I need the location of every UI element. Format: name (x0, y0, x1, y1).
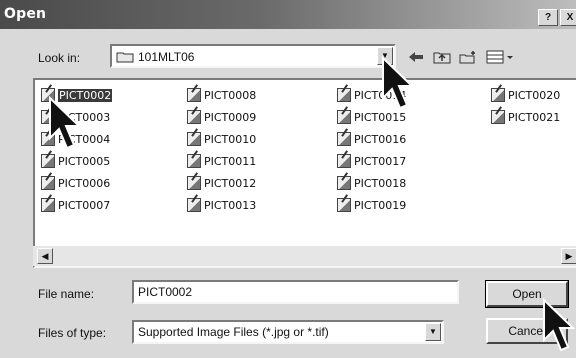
file-item[interactable]: PICT0011 (187, 153, 256, 169)
title-bar[interactable]: Open ? X (0, 0, 576, 29)
image-file-icon (337, 154, 351, 168)
image-file-icon (337, 198, 351, 212)
image-file-icon (337, 88, 351, 102)
file-name: PICT0021 (508, 110, 561, 124)
file-name: PICT0019 (354, 198, 407, 212)
file-name: PICT0005 (58, 154, 111, 168)
file-item[interactable]: PICT0010 (187, 131, 256, 147)
file-name: PICT0013 (204, 198, 257, 212)
open-dialog: Open ? X Look in: 101MLT06 ▼ PICT0002 PIC… (0, 0, 576, 358)
file-item[interactable]: PICT0019 (337, 197, 406, 213)
image-file-icon (41, 176, 55, 190)
file-item[interactable]: PICT0016 (337, 131, 406, 147)
pointer-cursor-icon (49, 96, 82, 150)
file-item[interactable]: PICT0008 (187, 87, 256, 103)
horizontal-scrollbar[interactable]: ◀ ▶ (33, 246, 576, 266)
file-item[interactable]: PICT0013 (187, 197, 256, 213)
file-type-dropdown-button[interactable]: ▼ (425, 323, 441, 341)
image-file-icon (337, 176, 351, 190)
file-name: PICT0010 (204, 132, 257, 146)
image-file-icon (187, 88, 201, 102)
file-type-value: Supported Image Files (*.jpg or *.tif) (138, 325, 329, 339)
file-type-select[interactable]: Supported Image Files (*.jpg or *.tif) ▼ (132, 320, 444, 344)
help-button[interactable]: ? (538, 9, 558, 26)
file-type-label: Files of type: (38, 326, 107, 340)
look-in-folder: 101MLT06 (138, 50, 195, 64)
image-file-icon (187, 132, 201, 146)
image-file-icon (41, 154, 55, 168)
file-name: PICT0012 (204, 176, 257, 190)
file-name: PICT0008 (204, 88, 257, 102)
file-name: PICT0017 (354, 154, 407, 168)
image-file-icon (187, 154, 201, 168)
pointer-cursor-icon (382, 56, 415, 110)
file-name-input[interactable]: PICT0002 (132, 280, 459, 304)
file-name: PICT0009 (204, 110, 257, 124)
file-item[interactable]: PICT0009 (187, 109, 256, 125)
image-file-icon (41, 198, 55, 212)
file-item[interactable]: PICT0017 (337, 153, 406, 169)
file-item[interactable]: PICT0020 (491, 87, 560, 103)
file-name: PICT0016 (354, 132, 407, 146)
file-name-label: File name: (38, 287, 95, 301)
scroll-left-button[interactable]: ◀ (37, 248, 53, 264)
file-name: PICT0006 (58, 176, 111, 190)
image-file-icon (337, 110, 351, 124)
file-name: PICT0011 (204, 154, 257, 168)
file-item[interactable]: PICT0021 (491, 109, 560, 125)
image-file-icon (491, 110, 505, 124)
close-button[interactable]: X (560, 9, 576, 26)
file-item[interactable]: PICT0006 (41, 175, 110, 191)
dialog-title: Open (4, 6, 47, 22)
file-list[interactable]: PICT0002 PICT0003 PICT0004 PICT0005 PICT0006… (33, 78, 576, 268)
folder-icon (116, 52, 134, 63)
pointer-cursor-icon (543, 298, 576, 352)
view-menu-icon[interactable] (485, 48, 515, 66)
file-item[interactable]: PICT0007 (41, 197, 110, 213)
file-name: PICT0007 (58, 198, 111, 212)
image-file-icon (187, 176, 201, 190)
scroll-right-button[interactable]: ▶ (561, 248, 576, 264)
image-file-icon (187, 110, 201, 124)
look-in-combo[interactable]: 101MLT06 ▼ (110, 44, 396, 68)
new-folder-icon[interactable] (457, 48, 479, 66)
file-name: PICT0020 (508, 88, 561, 102)
file-item[interactable]: PICT0018 (337, 175, 406, 191)
look-in-label: Look in: (38, 51, 81, 65)
file-name: PICT0018 (354, 176, 407, 190)
up-folder-icon[interactable] (431, 48, 453, 66)
file-item[interactable]: PICT0012 (187, 175, 256, 191)
image-file-icon (337, 132, 351, 146)
image-file-icon (187, 198, 201, 212)
image-file-icon (491, 88, 505, 102)
